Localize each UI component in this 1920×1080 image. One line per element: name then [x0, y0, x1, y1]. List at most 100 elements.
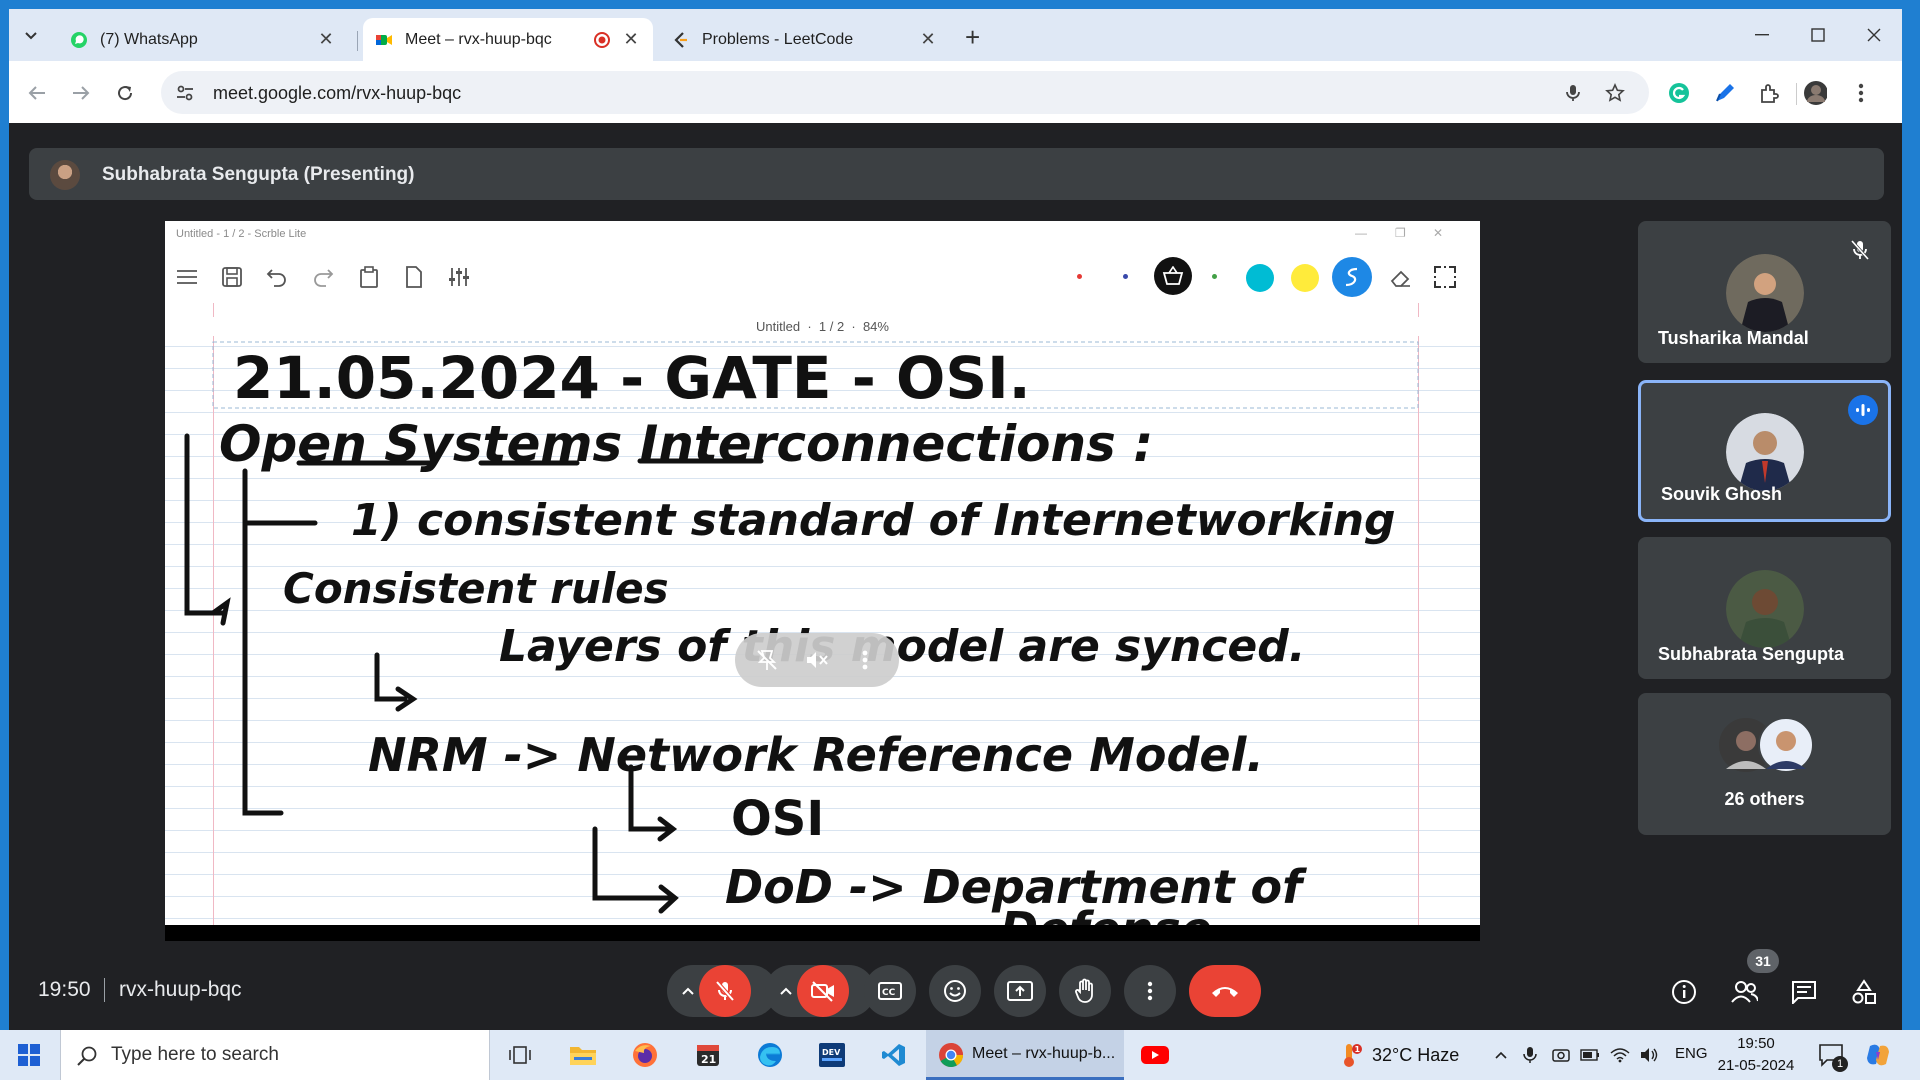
pen-color-blue[interactable] [1123, 274, 1128, 279]
mute-audio-icon[interactable] [805, 648, 829, 672]
firefox-icon[interactable] [630, 1040, 660, 1070]
microphone-icon[interactable] [1563, 83, 1583, 103]
meet-page: Subhabrata Sengupta (Presenting) Untitle… [9, 123, 1902, 1030]
address-bar[interactable]: meet.google.com/rvx-huup-bqc [161, 71, 1649, 114]
calendar-app-icon[interactable]: 21 [693, 1040, 723, 1070]
meeting-details-button[interactable] [1670, 978, 1698, 1006]
search-icon [77, 1046, 97, 1066]
new-page-icon[interactable] [402, 265, 426, 289]
minimize-button[interactable] [1750, 23, 1774, 47]
tab-leetcode[interactable]: Problems - LeetCode ✕ [660, 18, 950, 61]
system-clock-time[interactable]: 19:50 [1716, 1035, 1796, 1052]
search-placeholder: Type here to search [111, 1044, 279, 1065]
close-tab-icon[interactable]: ✕ [918, 29, 938, 50]
pen-color-yellow[interactable] [1291, 264, 1319, 292]
youtube-icon[interactable] [1140, 1040, 1170, 1070]
hamburger-menu-icon[interactable] [175, 265, 199, 289]
grammarly-extension[interactable] [1667, 81, 1691, 105]
reactions-button[interactable] [929, 965, 981, 1017]
svg-text:CC: CC [882, 988, 896, 998]
raise-hand-button[interactable] [1059, 965, 1111, 1017]
volume-icon[interactable] [1640, 1045, 1660, 1065]
task-view-icon[interactable] [505, 1040, 535, 1070]
pen-color-green[interactable] [1212, 274, 1217, 279]
system-clock-date[interactable]: 21-05-2024 [1716, 1057, 1796, 1074]
pen-extension[interactable] [1713, 81, 1737, 105]
scrble-toolbar [165, 249, 1480, 303]
participant-tile[interactable]: Subhabrata Sengupta [1638, 537, 1891, 679]
more-options-button[interactable] [1124, 965, 1176, 1017]
pin-off-icon[interactable] [755, 648, 779, 672]
bookmark-star-icon[interactable] [1605, 83, 1625, 103]
back-button[interactable] [25, 81, 49, 105]
tray-camera-icon[interactable] [1551, 1045, 1571, 1065]
video-options-button[interactable] [774, 979, 798, 1003]
eraser-icon[interactable] [1388, 265, 1412, 289]
weather-widget[interactable]: 1 32°C Haze [1336, 1042, 1459, 1068]
redo-icon[interactable] [311, 265, 335, 289]
taskbar-search-box[interactable]: Type here to search [60, 1030, 490, 1080]
avatar [1758, 717, 1814, 773]
tray-microphone-icon[interactable] [1520, 1045, 1540, 1065]
leave-call-button[interactable] [1189, 965, 1261, 1017]
browser-toolbar: meet.google.com/rvx-huup-bqc [9, 61, 1902, 123]
participant-tile[interactable]: Souvik Ghosh [1638, 380, 1891, 522]
chat-button[interactable] [1790, 978, 1818, 1006]
close-window-button[interactable] [1862, 23, 1886, 47]
tab-meet[interactable]: Meet – rvx-huup-bqc ✕ [363, 18, 653, 61]
edge-icon[interactable] [755, 1040, 785, 1070]
tab-search-button[interactable] [19, 24, 43, 48]
captions-button[interactable]: CC [864, 965, 916, 1017]
participant-name: Tusharika Mandal [1658, 328, 1809, 348]
windows-start-icon[interactable] [18, 1044, 40, 1066]
people-button[interactable] [1730, 978, 1758, 1006]
close-tab-icon[interactable]: ✕ [316, 29, 336, 50]
maximize-button[interactable] [1806, 23, 1830, 47]
file-explorer-icon[interactable] [568, 1040, 598, 1070]
microphone-toggle-button[interactable] [699, 965, 751, 1017]
close-tab-icon[interactable]: ✕ [621, 29, 641, 50]
battery-icon[interactable] [1580, 1045, 1600, 1065]
new-tab-button[interactable]: + [965, 24, 980, 50]
reload-button[interactable] [113, 81, 137, 105]
vscode-icon[interactable] [879, 1040, 909, 1070]
activities-button[interactable] [1850, 978, 1878, 1006]
taskbar-chrome-button[interactable]: Meet – rvx-huup-b... [926, 1030, 1124, 1080]
whatsapp-icon [71, 31, 87, 48]
language-indicator[interactable]: ENG [1675, 1045, 1708, 1062]
note-canvas[interactable]: Untitled · 1 / 2 · 84% 21.05.2024 - GATE… [165, 303, 1480, 925]
avatar [50, 160, 80, 190]
wifi-icon[interactable] [1610, 1045, 1630, 1065]
info-icon [1672, 980, 1696, 1004]
chrome-menu-button[interactable] [1849, 81, 1873, 105]
others-tile[interactable]: 26 others [1638, 693, 1891, 835]
basket-tool-icon[interactable] [1154, 257, 1192, 295]
pen-color-cyan[interactable] [1246, 264, 1274, 292]
pen-tool-icon [1716, 84, 1734, 102]
more-options-icon[interactable] [853, 648, 877, 672]
tab-whatsapp[interactable]: (7) WhatsApp ✕ [58, 18, 348, 61]
pen-color-selected[interactable] [1332, 257, 1372, 297]
profile-button[interactable] [1803, 81, 1827, 105]
undo-icon[interactable] [265, 265, 289, 289]
participant-tile[interactable]: Tusharika Mandal [1638, 221, 1891, 363]
forward-button[interactable] [69, 81, 93, 105]
extensions-button[interactable] [1757, 81, 1781, 105]
restore-icon: ❐ [1395, 226, 1406, 240]
dev-app-icon[interactable]: DEV [817, 1040, 847, 1070]
pen-color-red[interactable] [1077, 274, 1082, 279]
camera-toggle-button[interactable] [797, 965, 849, 1017]
google-meet-icon [376, 34, 392, 45]
copilot-icon[interactable] [1864, 1042, 1892, 1068]
audio-options-button[interactable] [676, 979, 700, 1003]
svg-text:DEV: DEV [822, 1048, 841, 1057]
show-hidden-icons[interactable] [1491, 1045, 1511, 1065]
settings-sliders-icon[interactable] [447, 265, 471, 289]
save-icon[interactable] [220, 265, 244, 289]
fullscreen-icon[interactable] [1433, 265, 1457, 289]
present-screen-button[interactable] [994, 965, 1046, 1017]
site-info-icon[interactable] [175, 83, 195, 103]
paste-icon[interactable] [357, 265, 381, 289]
people-count-badge: 31 [1747, 949, 1779, 973]
close-icon [1867, 28, 1881, 42]
